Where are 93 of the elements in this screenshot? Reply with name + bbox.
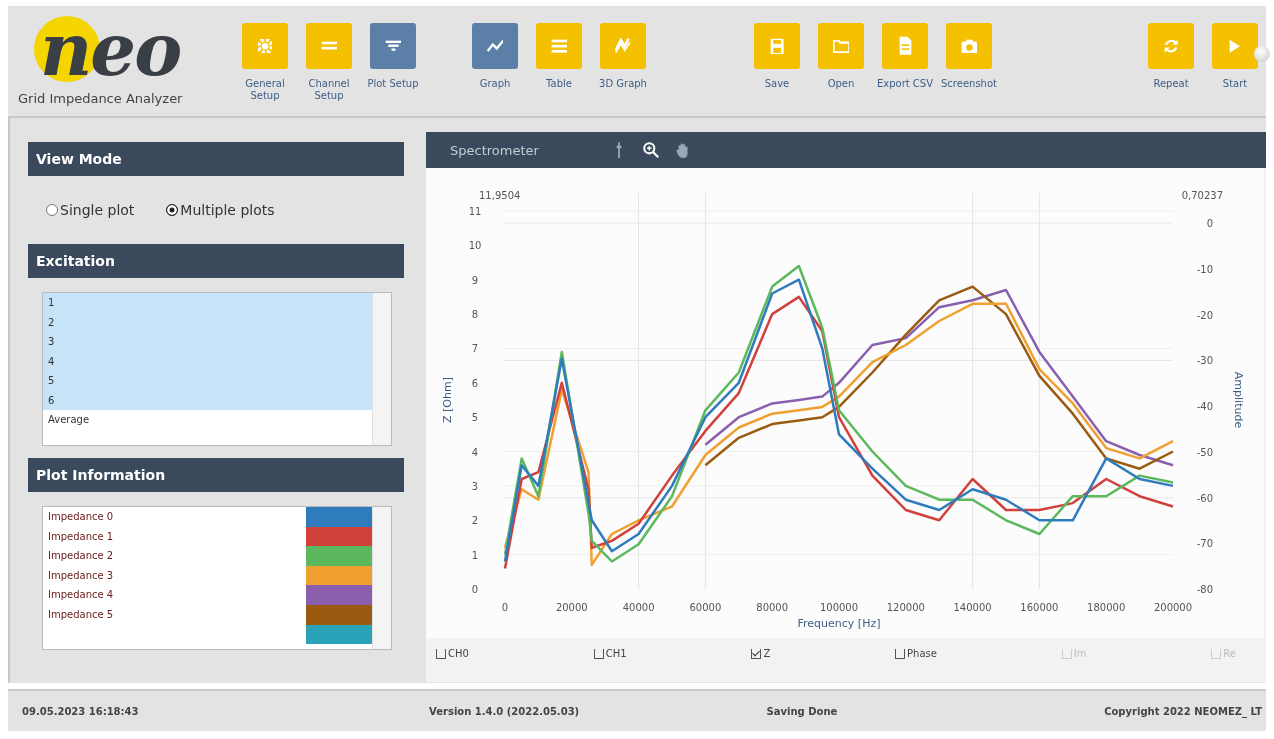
legend-checkbox[interactable]: CH1: [593, 648, 627, 659]
list-item[interactable]: Average: [43, 410, 372, 430]
list-item[interactable]: 2: [43, 312, 372, 332]
axis-tick-label: 180000: [1087, 602, 1126, 613]
axis-title: Amplitude: [1232, 371, 1245, 429]
list-item[interactable]: 3: [43, 332, 372, 352]
gear-icon: [257, 38, 273, 54]
toolbar-button[interactable]: Plot Setup: [362, 23, 424, 102]
axis-tick-label: 3: [471, 480, 479, 492]
status-copyright: Copyright 2022 NEOMEZ_ LT: [1104, 705, 1263, 717]
axis-tick-label: 5: [471, 412, 479, 424]
status-message: Saving Done: [766, 705, 839, 717]
refresh-icon: [1163, 38, 1179, 54]
axis-tick-label: 200000: [1153, 602, 1193, 613]
section-header: View Mode: [28, 142, 404, 176]
toolbar-button[interactable]: Channel Setup: [298, 23, 360, 102]
axis-tick-label: 60000: [689, 602, 722, 613]
axis-tick-label: -20: [1196, 309, 1213, 321]
axis-tick-label: 80000: [756, 602, 789, 613]
radio-dot[interactable]: [46, 204, 58, 216]
axis-tick-label: -40: [1196, 401, 1213, 412]
status-datetime: 09.05.2023 16:18:43: [21, 705, 140, 717]
toolbar-button[interactable]: Open: [810, 23, 872, 102]
axis-max-label: 0,70237: [1181, 190, 1223, 201]
axis-tick-label: 0: [471, 584, 479, 595]
section-header: Plot Information: [28, 458, 404, 492]
list-item[interactable]: 1: [43, 293, 372, 313]
axis-tick-label: 10: [468, 240, 482, 252]
toggle-knob-icon[interactable]: [1254, 46, 1270, 62]
legend-checkbox[interactable]: Phase: [895, 648, 937, 659]
list-item[interactable]: 5: [43, 371, 372, 391]
axis-tick-label: -30: [1196, 355, 1213, 367]
axis-tick-label: 2: [471, 515, 479, 527]
toolbar-button[interactable]: Save: [746, 23, 808, 102]
axis-tick-label: -80: [1196, 584, 1213, 595]
axis-tick-label: 8: [471, 309, 479, 321]
axis-tick-label: -10: [1196, 263, 1213, 275]
axis-title: Frequency [Hz]: [797, 617, 881, 630]
plot-name: Impedance 3: [47, 568, 115, 583]
filter-icon: [384, 40, 402, 52]
axis-tick-label: 11: [468, 206, 482, 217]
lines-icon: [320, 41, 338, 51]
axis-tick-label: 1: [471, 549, 479, 561]
axis-tick-label: 120000: [886, 602, 925, 613]
plot-name: Impedance 5: [47, 607, 115, 622]
plot-name: Impedance 0: [47, 510, 115, 524]
list-item[interactable]: 6: [43, 390, 372, 410]
axis-tick-label: 4: [471, 446, 479, 458]
status-version: Version 1.4.0 (2022.05.03): [429, 705, 581, 717]
toolbar-button[interactable]: Repeat: [1140, 23, 1202, 102]
axis-tick-label: 140000: [953, 602, 992, 613]
radio-button[interactable]: Multiple plots: [166, 202, 275, 218]
section-header: Excitation: [28, 244, 404, 278]
axis-tick-label: 0: [501, 602, 509, 613]
toolbar-button[interactable]: Start: [1204, 23, 1266, 102]
scrollbar[interactable]: [372, 293, 391, 445]
axis-tick-label: 0: [1206, 218, 1213, 229]
axis-tick-label: 7: [471, 343, 479, 355]
toolbar-button[interactable]: 3D Graph: [592, 23, 654, 102]
axis-tick-label: 160000: [1020, 602, 1059, 613]
radio-dot[interactable]: [166, 204, 179, 216]
plot-name: Impedance 2: [47, 549, 115, 564]
toolbar-button[interactable]: Graph: [464, 23, 526, 102]
radio-button[interactable]: Single plot: [46, 202, 135, 218]
legend-checkbox[interactable]: CH0: [436, 648, 469, 659]
axis-title: Z [Ohm]: [441, 377, 454, 423]
document-icon: [898, 36, 912, 56]
axis-tick-label: 40000: [622, 602, 655, 613]
axis-tick-label: 9: [471, 274, 479, 286]
folder-icon: [832, 39, 850, 53]
table-icon: [550, 38, 568, 54]
surface-icon: [615, 38, 631, 54]
axis-tick-label: -50: [1196, 446, 1213, 458]
app-subtitle: Grid Impedance Analyzer: [18, 91, 183, 106]
axis-max-label: 11,9504: [479, 190, 521, 201]
axis-tick-label: -70: [1196, 538, 1213, 550]
axis-tick-label: -60: [1196, 492, 1213, 504]
list-item[interactable]: 4: [43, 351, 372, 371]
plot-name: Impedance 4: [47, 588, 115, 603]
camera-icon: [960, 38, 978, 54]
axis-tick-label: 20000: [555, 602, 588, 613]
axis-tick-label: 6: [471, 377, 479, 389]
axis-tick-label: 100000: [819, 602, 859, 613]
toolbar-button[interactable]: Export CSV: [874, 23, 936, 102]
plot-name: Impedance 1: [47, 529, 115, 544]
scrollbar[interactable]: [372, 507, 391, 649]
play-icon: [1229, 38, 1241, 54]
toolbar-button[interactable]: General Setup: [234, 23, 296, 102]
zoom-icon[interactable]: [642, 141, 660, 159]
toolbar-button[interactable]: Screenshot: [938, 23, 1000, 102]
toolbar-button[interactable]: Table: [528, 23, 590, 102]
chart-title: Spectrometer: [450, 142, 540, 158]
line-chart-icon: [486, 40, 504, 52]
